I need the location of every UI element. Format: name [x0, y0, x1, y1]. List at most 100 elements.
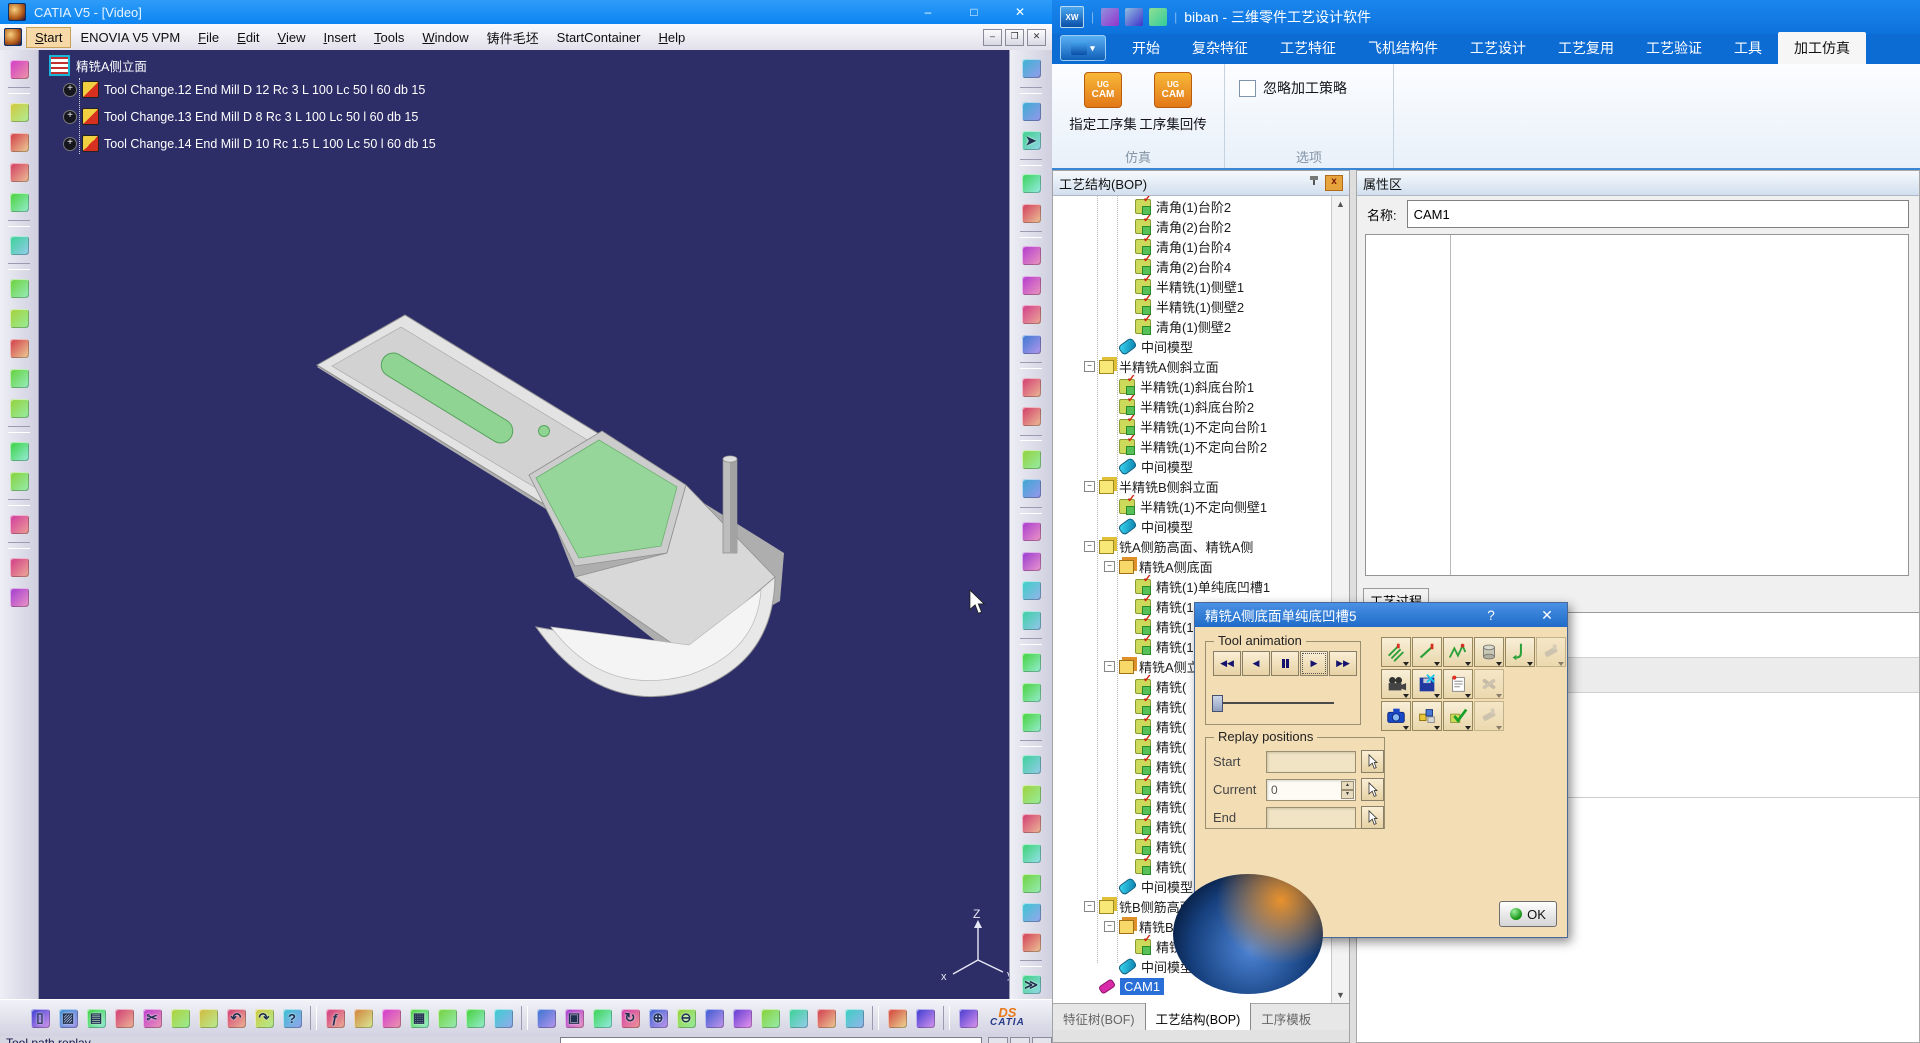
tool-change-node[interactable]: +Tool Change.14 End Mill D 10 Rc 1.5 L 1…	[63, 130, 436, 157]
toolpath-analysis-icon[interactable]	[1018, 811, 1044, 837]
paste-icon[interactable]	[195, 1005, 221, 1031]
zoom-out-icon[interactable]: ⊖	[673, 1005, 699, 1031]
expand-icon[interactable]: +	[63, 83, 77, 97]
associate-gray-icon[interactable]	[1474, 701, 1504, 731]
current-pick-button[interactable]	[1361, 778, 1384, 801]
collapse-icon[interactable]: −	[1084, 481, 1095, 492]
ignore-strategy-checkbox[interactable]: 忽略加工策略	[1239, 78, 1393, 98]
pocketing-island-icon[interactable]	[6, 159, 32, 185]
mdi-restore-button[interactable]: ❐	[1005, 29, 1024, 46]
pause-button[interactable]	[1271, 651, 1299, 676]
simulation-player-icon[interactable]	[1018, 56, 1044, 82]
roughing-icon[interactable]	[6, 305, 32, 331]
collision-off-icon[interactable]	[1474, 669, 1504, 699]
ribbon-tab-工艺复用[interactable]: 工艺复用	[1542, 32, 1630, 64]
fit-all-icon[interactable]: ▣	[561, 1005, 587, 1031]
animation-slider[interactable]	[1212, 694, 1348, 712]
undo-icon[interactable]: ↶	[223, 1005, 249, 1031]
machining-operations-icon[interactable]	[6, 554, 32, 580]
zoom-in-icon[interactable]: ⊕	[645, 1005, 671, 1031]
copy-icon[interactable]	[167, 1005, 193, 1031]
current-spinner[interactable]: ▲▼	[1341, 781, 1354, 799]
facing-icon[interactable]	[6, 232, 32, 258]
ribbon-tab-加工仿真[interactable]: 加工仿真	[1778, 32, 1866, 64]
tree-row[interactable]: −精铣A侧底面	[1053, 556, 1349, 576]
open-folder-icon[interactable]	[1125, 8, 1143, 26]
save-icon[interactable]: ▤	[83, 1005, 109, 1031]
tool-assembly-gray-icon[interactable]	[1536, 637, 1566, 667]
ribbon-tab-工艺特征[interactable]: 工艺特征	[1264, 32, 1352, 64]
toolpath-line-icon[interactable]	[1412, 637, 1442, 667]
whats-this-icon[interactable]: ?	[279, 1005, 305, 1031]
catalog-books-icon[interactable]	[1018, 273, 1044, 299]
document-add-icon[interactable]	[1018, 578, 1044, 604]
tool-cylinder-icon[interactable]	[1474, 637, 1504, 667]
collapse-icon[interactable]: −	[1104, 561, 1115, 572]
dialog-titlebar[interactable]: 精铣A侧底面单纯底凹槽5 ? ✕	[1195, 603, 1567, 627]
menu-start[interactable]: Start	[26, 27, 71, 48]
machining-time-icon[interactable]	[1018, 302, 1044, 328]
mdi-minimize-button[interactable]: –	[983, 29, 1002, 46]
new-document-icon[interactable]	[1101, 8, 1119, 26]
more-chevron-icon[interactable]: ≫	[1018, 972, 1044, 998]
document-list-icon[interactable]	[1018, 841, 1044, 867]
step-backward-button[interactable]: ◀	[1242, 651, 1270, 676]
tree-row[interactable]: 清角(1)台阶2	[1053, 196, 1349, 216]
toolpath-zigzag-icon[interactable]	[1443, 637, 1473, 667]
open-folder-icon[interactable]: ▨	[55, 1005, 81, 1031]
menu-help[interactable]: Help	[649, 27, 694, 48]
collapse-icon[interactable]: −	[1084, 901, 1095, 912]
lock-icon[interactable]	[462, 1005, 488, 1031]
pin-icon[interactable]	[1309, 176, 1319, 190]
process-list-icon[interactable]	[1018, 200, 1044, 226]
tree-row[interactable]: 中间模型	[1053, 336, 1349, 356]
tools-print-icon[interactable]	[1018, 519, 1044, 545]
menu-edit[interactable]: Edit	[228, 27, 268, 48]
name-input[interactable]	[1407, 200, 1909, 228]
tree-row[interactable]: 半精铣(1)不定向台阶1	[1053, 416, 1349, 436]
go-to-start-button[interactable]: ◀◀	[1213, 651, 1241, 676]
tree-row[interactable]: 中间模型	[1053, 516, 1349, 536]
tree-row[interactable]: 半精铣(1)斜底台阶2	[1053, 396, 1349, 416]
print-icon[interactable]	[111, 1005, 137, 1031]
video-camera-icon[interactable]	[1018, 243, 1044, 269]
tree-row[interactable]: 半精铣(1)斜底台阶1	[1053, 376, 1349, 396]
pan-icon[interactable]	[589, 1005, 615, 1031]
play-button[interactable]: ▶	[1300, 651, 1328, 676]
video-replay-icon[interactable]	[1381, 669, 1411, 699]
spec-tree-root[interactable]: 精铣A侧立面	[76, 56, 147, 75]
sweep-roughing-icon[interactable]	[6, 275, 32, 301]
properties-grid[interactable]	[1365, 234, 1909, 576]
menu-tools[interactable]: Tools	[365, 27, 413, 48]
part-operation-icon[interactable]	[6, 584, 32, 610]
part-3d-model[interactable]	[39, 50, 1009, 1000]
overflow-icon[interactable]	[955, 1005, 981, 1031]
minimize-button[interactable]: –	[918, 5, 938, 19]
ribbon-tab-开始[interactable]: 开始	[1116, 32, 1176, 64]
menu-startcontainer[interactable]: StartContainer	[548, 27, 650, 48]
dialog-close-button[interactable]: ✕	[1537, 607, 1557, 624]
mdi-close-button[interactable]: ✕	[1027, 29, 1046, 46]
start-pick-button[interactable]	[1361, 750, 1384, 773]
tool-change-add-icon[interactable]	[1018, 650, 1044, 676]
tree-row[interactable]: 中间模型	[1053, 456, 1349, 476]
tab-特征树(BOF)[interactable]: 特征树(BOF)	[1053, 1004, 1145, 1030]
process-table-shield-icon[interactable]	[1018, 782, 1044, 808]
save-icon[interactable]	[1149, 8, 1167, 26]
tree-row[interactable]: 半精铣(1)侧壁2	[1053, 296, 1349, 316]
help-button[interactable]: ?	[1481, 608, 1501, 623]
power-input-field[interactable]	[560, 1037, 982, 1043]
profile-contouring-icon[interactable]	[6, 189, 32, 215]
tree-row[interactable]: −半精铣A侧斜立面	[1053, 356, 1349, 376]
tool-impact-icon[interactable]	[1018, 870, 1044, 896]
menu-enovia-v5-vpm[interactable]: ENOVIA V5 VPM	[71, 27, 189, 48]
collapse-icon[interactable]: −	[1104, 661, 1115, 672]
shade-edges-icon[interactable]	[813, 1005, 839, 1031]
isoparametric-machining-icon[interactable]	[6, 438, 32, 464]
slider-handle[interactable]	[1212, 695, 1223, 712]
menu-view[interactable]: View	[269, 27, 315, 48]
verify-ok-icon[interactable]	[1443, 701, 1473, 731]
tree-row[interactable]: 半精铣(1)不定向侧壁1	[1053, 496, 1349, 516]
tab-工艺结构(BOP)[interactable]: 工艺结构(BOP)	[1145, 1002, 1252, 1030]
corner-rework-icon[interactable]	[6, 468, 32, 494]
